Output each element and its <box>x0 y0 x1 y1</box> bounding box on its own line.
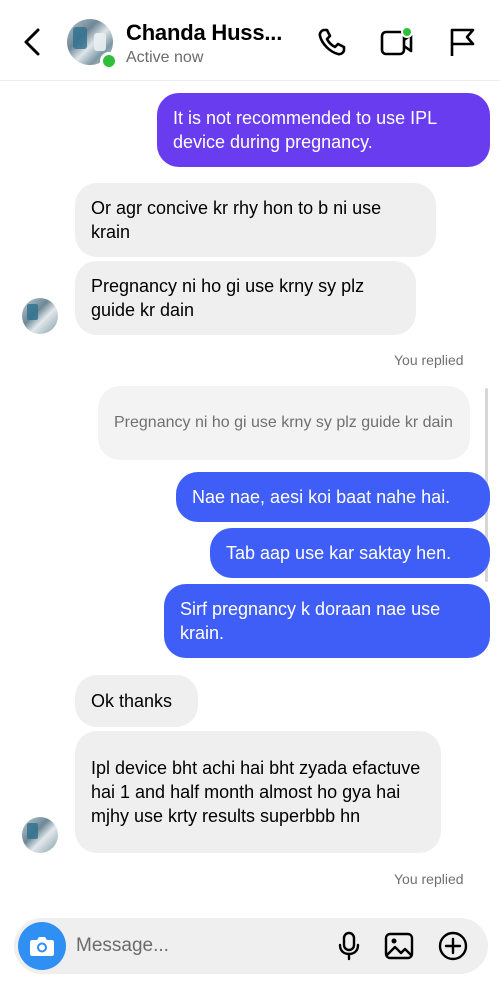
message-text: Ok thanks <box>91 691 173 711</box>
reply-preview-text: Pregnancy ni ho gi use krny sy plz guide… <box>114 414 453 431</box>
message-input[interactable] <box>76 934 316 958</box>
sender-avatar[interactable] <box>22 817 58 853</box>
message-text: Ipl device bht achi hai bht zyada efactu… <box>91 758 421 826</box>
phone-icon[interactable] <box>314 24 350 60</box>
reply-preview[interactable]: Pregnancy ni ho gi use krny sy plz guide… <box>98 386 470 460</box>
message-outgoing[interactable]: Sirf pregnancy k doraan nae use krain. <box>164 584 490 658</box>
message-composer <box>14 918 488 974</box>
message-incoming[interactable]: Or agr concive kr rhy hon to b ni use kr… <box>75 183 436 257</box>
camera-button[interactable] <box>18 922 66 970</box>
message-incoming[interactable]: Ipl device bht achi hai bht zyada efactu… <box>75 731 441 853</box>
message-text: Nae nae, aesi koi baat nahe hai. <box>192 487 451 507</box>
message-incoming[interactable]: Pregnancy ni ho gi use krny sy plz guide… <box>75 261 416 335</box>
contact-status: Active now <box>126 49 204 66</box>
online-indicator <box>100 52 118 70</box>
sender-avatar[interactable] <box>22 298 58 334</box>
chat-header: Chanda Huss... Active now <box>0 0 500 81</box>
you-replied-label: You replied <box>394 352 464 368</box>
message-text: Or agr concive kr rhy hon to b ni use kr… <box>91 198 382 242</box>
gallery-icon[interactable] <box>384 931 414 961</box>
message-text: Pregnancy ni ho gi use krny sy plz guide… <box>91 276 365 320</box>
contact-avatar[interactable] <box>67 19 118 70</box>
message-outgoing[interactable]: It is not recommended to use IPL device … <box>157 93 490 167</box>
message-outgoing[interactable]: Tab aap use kar saktay hen. <box>210 528 490 578</box>
you-replied-label: You replied <box>394 871 464 887</box>
flag-icon[interactable] <box>444 24 480 60</box>
video-icon[interactable] <box>378 24 414 60</box>
camera-icon <box>30 937 54 956</box>
message-text: It is not recommended to use IPL device … <box>173 108 437 152</box>
contact-name[interactable]: Chanda Huss... <box>126 20 282 46</box>
message-incoming[interactable]: Ok thanks <box>75 675 198 727</box>
add-icon[interactable] <box>438 931 468 961</box>
message-outgoing[interactable]: Nae nae, aesi koi baat nahe hai. <box>176 472 490 522</box>
microphone-icon[interactable] <box>334 931 364 961</box>
message-text: Sirf pregnancy k doraan nae use krain. <box>180 599 441 643</box>
message-text: Tab aap use kar saktay hen. <box>226 543 452 563</box>
back-icon[interactable] <box>18 24 48 60</box>
